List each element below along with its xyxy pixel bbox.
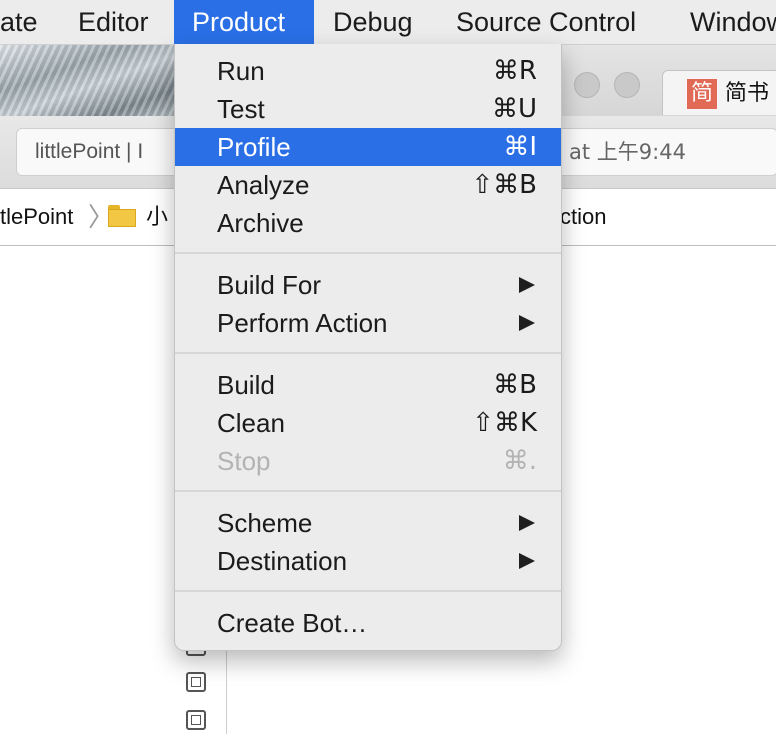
breakpoint-icon[interactable] <box>186 672 206 692</box>
submenu-arrow-icon <box>519 553 535 569</box>
menu-item-shortcut: ⌘B <box>493 370 537 400</box>
menu-item-label: Stop <box>217 446 271 476</box>
menu-item-clean[interactable]: Clean ⇧⌘K <box>175 404 561 442</box>
menu-item-run[interactable]: Run ⌘R <box>175 52 561 90</box>
menu-item-label: Profile <box>217 132 291 162</box>
browser-tab-title: 简书 <box>725 81 770 106</box>
menu-item-perform-action[interactable]: Perform Action <box>175 304 561 342</box>
menu-item-label: Scheme <box>217 508 313 538</box>
menu-editor[interactable]: Editor <box>78 0 149 44</box>
menu-item-test[interactable]: Test ⌘U <box>175 90 561 128</box>
menu-item-label: Analyze <box>217 170 310 200</box>
menu-separator <box>175 490 561 492</box>
submenu-arrow-icon <box>519 315 535 331</box>
status-scheme-text: littlePoint | I <box>35 140 144 163</box>
menu-item-label: Destination <box>217 546 348 576</box>
menu-item-stop: Stop ⌘. <box>175 442 561 480</box>
menu-product[interactable]: Product <box>174 0 314 44</box>
menu-item-label: Archive <box>217 208 304 238</box>
breadcrumb-project[interactable]: tlePoint <box>0 189 73 245</box>
breadcrumb-folder[interactable]: 小 <box>146 189 168 245</box>
menu-create-partial[interactable]: ate <box>0 0 38 44</box>
menu-item-archive[interactable]: Archive <box>175 204 561 242</box>
folder-icon <box>108 205 136 227</box>
menu-item-build-for[interactable]: Build For <box>175 266 561 304</box>
menu-item-label: Build For <box>217 270 322 300</box>
breadcrumb-trailing[interactable]: ction <box>560 189 606 245</box>
submenu-arrow-icon <box>519 277 535 293</box>
breakpoint-icon[interactable] <box>186 710 206 730</box>
menu-item-profile[interactable]: Profile ⌘I <box>175 128 561 166</box>
submenu-arrow-icon <box>519 515 535 531</box>
minimize-button[interactable] <box>574 72 600 98</box>
menu-item-destination[interactable]: Destination <box>175 542 561 580</box>
product-menu: Run ⌘R Test ⌘U Profile ⌘I Analyze ⇧⌘B Ar… <box>174 44 562 651</box>
menu-source-control[interactable]: Source Control <box>456 0 636 44</box>
menu-item-analyze[interactable]: Analyze ⇧⌘B <box>175 166 561 204</box>
browser-tab[interactable]: 简 简书 <box>662 70 776 115</box>
menu-item-label: Create Bot… <box>217 608 368 638</box>
menu-bar: ate Editor Product Debug Source Control … <box>0 0 776 45</box>
menu-item-label: Perform Action <box>217 308 388 338</box>
status-time-text: at 上午9:44 <box>569 140 686 164</box>
menu-separator <box>175 590 561 592</box>
menu-window[interactable]: Window <box>690 0 776 44</box>
menu-item-shortcut: ⌘. <box>502 446 537 476</box>
menu-item-shortcut: ⌘U <box>491 94 537 124</box>
menu-item-label: Build <box>217 370 275 400</box>
jianshu-logo-icon: 简 <box>687 79 717 109</box>
menu-item-shortcut: ⇧⌘K <box>472 408 537 438</box>
menu-item-shortcut: ⇧⌘B <box>471 170 537 200</box>
menu-item-scheme[interactable]: Scheme <box>175 504 561 542</box>
menu-item-shortcut: ⌘I <box>503 132 537 162</box>
zoom-button[interactable] <box>614 72 640 98</box>
menu-item-build[interactable]: Build ⌘B <box>175 366 561 404</box>
desktop-wallpaper <box>0 45 176 116</box>
menu-item-shortcut: ⌘R <box>492 56 537 86</box>
menu-separator <box>175 252 561 254</box>
menu-item-label: Run <box>217 56 265 86</box>
menu-item-label: Clean <box>217 408 285 438</box>
menu-item-label: Test <box>217 94 265 124</box>
menu-debug[interactable]: Debug <box>333 0 413 44</box>
menu-item-create-bot[interactable]: Create Bot… <box>175 604 561 642</box>
menu-separator <box>175 352 561 354</box>
